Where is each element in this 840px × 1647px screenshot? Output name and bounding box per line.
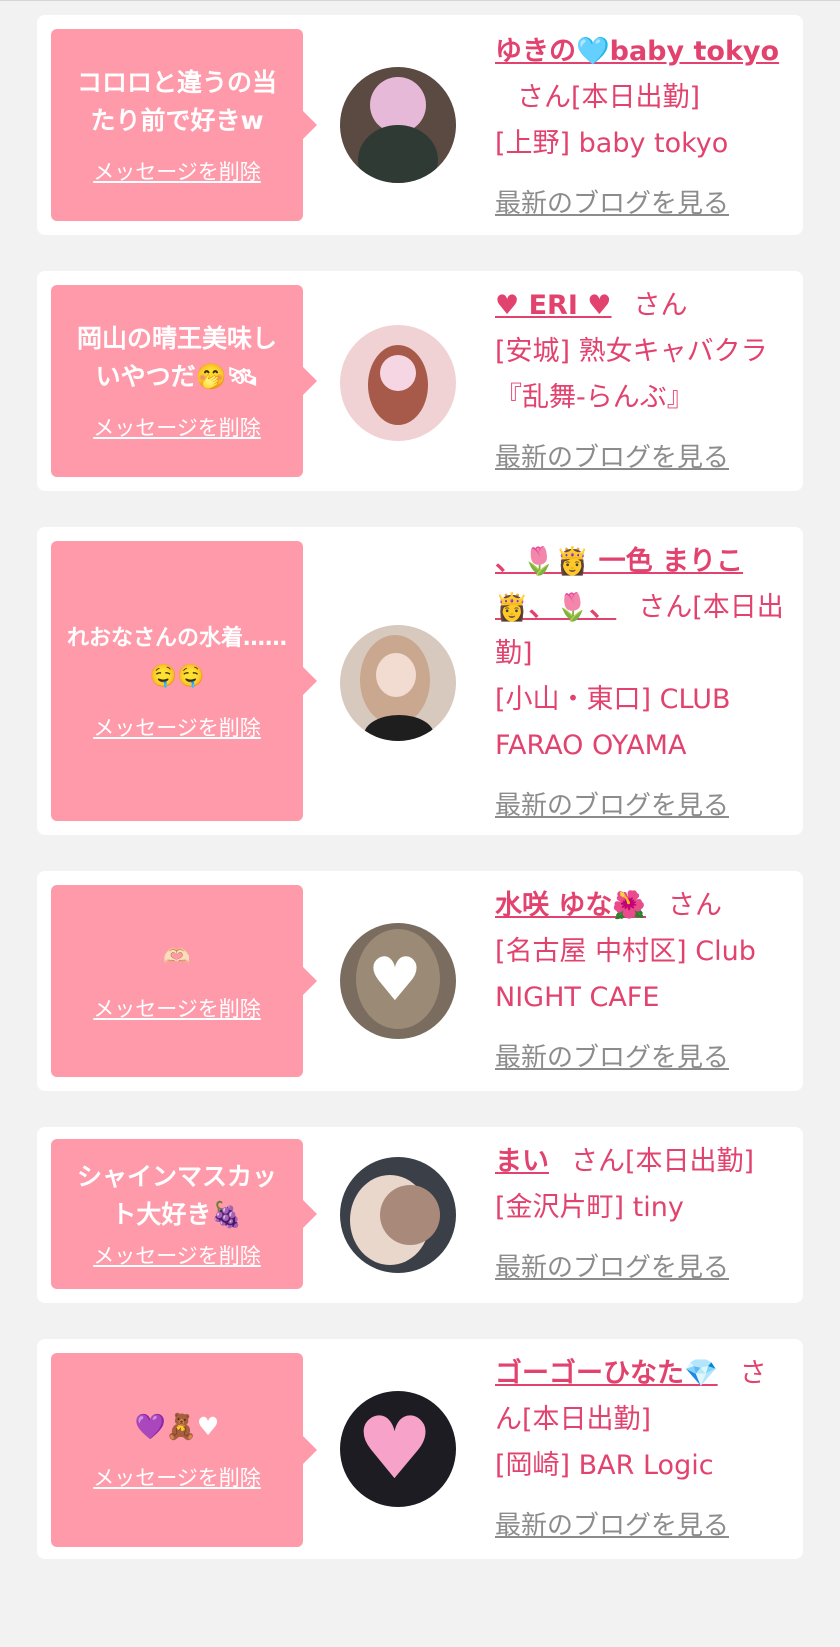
message-card: 💜🧸♥ メッセージを削除 ♥ ゴーゴーひなた💎 さん[本日出勤] [岡崎] BAR… (37, 1339, 803, 1559)
white-heart-icon: ♥ (368, 945, 422, 1015)
latest-blog-link[interactable]: 最新のブログを見る (495, 1503, 793, 1549)
shop-name: [上野] baby tokyo (495, 128, 729, 159)
message-card: コロロと違うの当たり前で好きw メッセージを削除 ゆきの🩵baby tokyo さ… (37, 15, 803, 235)
message-card: 🫶🏻 メッセージを削除 ♥ 水咲 ゆな🌺 さん [名古屋 中村区] Club NI… (37, 871, 803, 1091)
delete-message-link[interactable]: メッセージを削除 (93, 156, 261, 186)
message-text: れおなさんの水着……🤤🤤 (67, 626, 288, 689)
message-card: 岡山の晴王美味しいやつだ🤭🛰 メッセージを削除 ♥ ERI ♥ さん [安城] 熟… (37, 271, 803, 491)
message-card: シャインマスカット大好き🍇 メッセージを削除 まい さん[本日出勤] [金沢片町]… (37, 1127, 803, 1303)
cast-info: まい さん[本日出勤] [金沢片町] tiny 最新のブログを見る (495, 1139, 793, 1291)
message-bubble: れおなさんの水着……🤤🤤 メッセージを削除 (51, 541, 317, 821)
shop-name: [名古屋 中村区] Club NIGHT CAFE (495, 936, 756, 1013)
message-bubble: 🫶🏻 メッセージを削除 (51, 885, 317, 1077)
cast-suffix: さん[本日出勤] (517, 82, 701, 113)
avatar[interactable]: ♥ (340, 923, 456, 1039)
delete-message-link[interactable]: メッセージを削除 (93, 1240, 261, 1270)
latest-blog-link[interactable]: 最新のブログを見る (495, 1245, 793, 1291)
message-text: コロロと違うの当たり前で好きw (76, 68, 277, 135)
cast-info: ゴーゴーひなた💎 さん[本日出勤] [岡崎] BAR Logic 最新のブログを見… (495, 1351, 793, 1549)
delete-message-link[interactable]: メッセージを削除 (93, 993, 261, 1023)
cast-name-link[interactable]: ゆきの🩵baby tokyo (495, 36, 779, 67)
message-text: 岡山の晴王美味しいやつだ🤭🛰 (76, 324, 277, 391)
avatar[interactable] (340, 1157, 456, 1273)
cast-suffix: さん (668, 890, 723, 921)
cast-name-link[interactable]: ゴーゴーひなた💎 (495, 1358, 718, 1389)
cast-info: ゆきの🩵baby tokyo さん[本日出勤] [上野] baby tokyo 最… (495, 29, 793, 227)
pink-heart-icon: ♥ (356, 1399, 434, 1499)
avatar[interactable] (340, 625, 456, 741)
cast-suffix: さん[本日出勤] (571, 1146, 755, 1177)
delete-message-link[interactable]: メッセージを削除 (93, 412, 261, 442)
delete-message-link[interactable]: メッセージを削除 (93, 1462, 261, 1492)
latest-blog-link[interactable]: 最新のブログを見る (495, 181, 793, 227)
message-text: 🫶🏻 (163, 945, 191, 970)
message-bubble: シャインマスカット大好き🍇 メッセージを削除 (51, 1139, 317, 1289)
shop-name: [金沢片町] tiny (495, 1192, 684, 1223)
cast-info: 水咲 ゆな🌺 さん [名古屋 中村区] Club NIGHT CAFE 最新のブロ… (495, 883, 793, 1081)
shop-name: [小山・東口] CLUB FARAO OYAMA (495, 684, 731, 761)
shop-name: [岡崎] BAR Logic (495, 1450, 714, 1481)
cast-name-link[interactable]: ♥ ERI ♥ (495, 290, 612, 321)
message-bubble: 💜🧸♥ メッセージを削除 (51, 1353, 317, 1547)
latest-blog-link[interactable]: 最新のブログを見る (495, 435, 793, 481)
cast-name-link[interactable]: まい (495, 1146, 549, 1177)
message-text: シャインマスカット大好き🍇 (76, 1162, 277, 1229)
message-text: 💜🧸♥ (134, 1412, 220, 1441)
avatar[interactable] (340, 325, 456, 441)
cast-info: ♥ ERI ♥ さん [安城] 熟女キャバクラ『乱舞-らんぶ』 最新のブログを見る (495, 283, 793, 481)
cast-suffix: さん (633, 290, 688, 321)
latest-blog-link[interactable]: 最新のブログを見る (495, 783, 793, 829)
delete-message-link[interactable]: メッセージを削除 (93, 712, 261, 742)
avatar[interactable] (340, 67, 456, 183)
message-bubble: 岡山の晴王美味しいやつだ🤭🛰 メッセージを削除 (51, 285, 317, 477)
avatar[interactable]: ♥ (340, 1391, 456, 1507)
message-card: れおなさんの水着……🤤🤤 メッセージを削除 、🌷👸 一色 まりこ 👸、🌷、 さん[… (37, 527, 803, 835)
shop-name: [安城] 熟女キャバクラ『乱舞-らんぶ』 (495, 336, 768, 413)
cast-name-link[interactable]: 水咲 ゆな🌺 (495, 890, 646, 921)
latest-blog-link[interactable]: 最新のブログを見る (495, 1035, 793, 1081)
message-bubble: コロロと違うの当たり前で好きw メッセージを削除 (51, 29, 317, 221)
cast-info: 、🌷👸 一色 まりこ 👸、🌷、 さん[本日出勤] [小山・東口] CLUB FAR… (495, 539, 793, 829)
